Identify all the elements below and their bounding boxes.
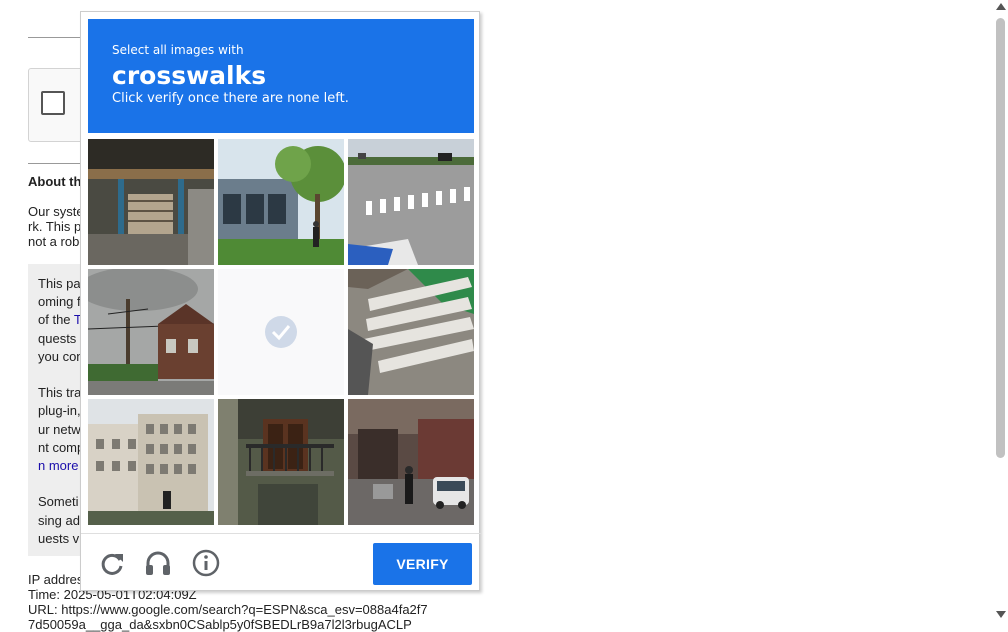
image-tile[interactable] xyxy=(348,399,474,525)
divider xyxy=(28,37,88,38)
info-line: n more xyxy=(38,458,78,473)
tile-image-city-street xyxy=(348,399,474,525)
info-line: This pa xyxy=(38,276,81,291)
image-grid xyxy=(88,139,474,525)
tile-image-road-crosswalk xyxy=(348,139,474,265)
info-line: oming f xyxy=(38,294,81,309)
scroll-thumb[interactable] xyxy=(996,18,1005,458)
image-tile[interactable] xyxy=(218,399,344,525)
image-tile[interactable] xyxy=(88,269,214,395)
url-line: 7d50059a__gga_da&sxbn0CSablp5y0fSBEDLrB9… xyxy=(28,617,412,632)
info-icon[interactable] xyxy=(191,548,221,578)
tile-image-stairs xyxy=(88,139,214,265)
tile-image-balcony xyxy=(218,399,344,525)
tile-image-utility-pole xyxy=(88,269,214,395)
paragraph-line: Our syste xyxy=(28,204,84,219)
info-line: sing ad xyxy=(38,513,80,528)
info-box: This pa oming f of the T quests you con … xyxy=(28,264,88,556)
tile-image-building-trees xyxy=(218,139,344,265)
info-line: nt comp xyxy=(38,440,85,455)
about-paragraph: Our syste rk. This p not a robo xyxy=(28,204,87,249)
info-line: plug-in, xyxy=(38,403,81,418)
paragraph-line: rk. This p xyxy=(28,219,82,234)
info-line: quests xyxy=(38,331,77,346)
headphones-icon[interactable] xyxy=(143,548,173,578)
instruction-subtext: Click verify once there are none left. xyxy=(112,91,349,106)
page-scrollbar[interactable] xyxy=(993,0,1008,621)
challenge-header: Select all images with crosswalks Click … xyxy=(88,19,474,133)
about-heading: About th xyxy=(28,174,82,189)
image-tile[interactable] xyxy=(88,139,214,265)
info-line: Someti xyxy=(38,494,79,509)
info-line: uests v xyxy=(38,531,80,546)
challenge-footer: VERIFY xyxy=(81,533,481,592)
info-line: ur netw xyxy=(38,422,81,437)
info-line: you con xyxy=(38,349,84,364)
learn-more-link[interactable]: n more xyxy=(38,458,78,473)
scroll-down-arrow-icon[interactable] xyxy=(996,611,1006,618)
tile-image-apartment-building xyxy=(88,399,214,525)
instruction-text: Select all images with xyxy=(112,43,244,57)
reload-icon[interactable] xyxy=(97,548,127,578)
recaptcha-checkbox[interactable] xyxy=(41,91,65,115)
tile-image-faded xyxy=(218,269,344,395)
paragraph-line: not a robo xyxy=(28,234,87,249)
verify-button[interactable]: VERIFY xyxy=(373,543,472,585)
image-tile[interactable] xyxy=(218,139,344,265)
tile-image-crosswalk-stripes xyxy=(348,269,474,395)
recaptcha-challenge: Select all images with crosswalks Click … xyxy=(80,11,481,592)
image-tile[interactable] xyxy=(348,139,474,265)
recaptcha-widget xyxy=(28,68,88,142)
url-line: URL: https://www.google.com/search?q=ESP… xyxy=(28,602,428,617)
image-tile[interactable] xyxy=(348,269,474,395)
image-tile-loading[interactable] xyxy=(218,269,344,395)
image-tile[interactable] xyxy=(88,399,214,525)
info-line: of the T xyxy=(38,312,82,327)
divider xyxy=(28,163,88,164)
scroll-up-arrow-icon[interactable] xyxy=(996,3,1006,10)
target-object: crosswalks xyxy=(112,61,267,90)
info-line: This tra xyxy=(38,385,82,400)
